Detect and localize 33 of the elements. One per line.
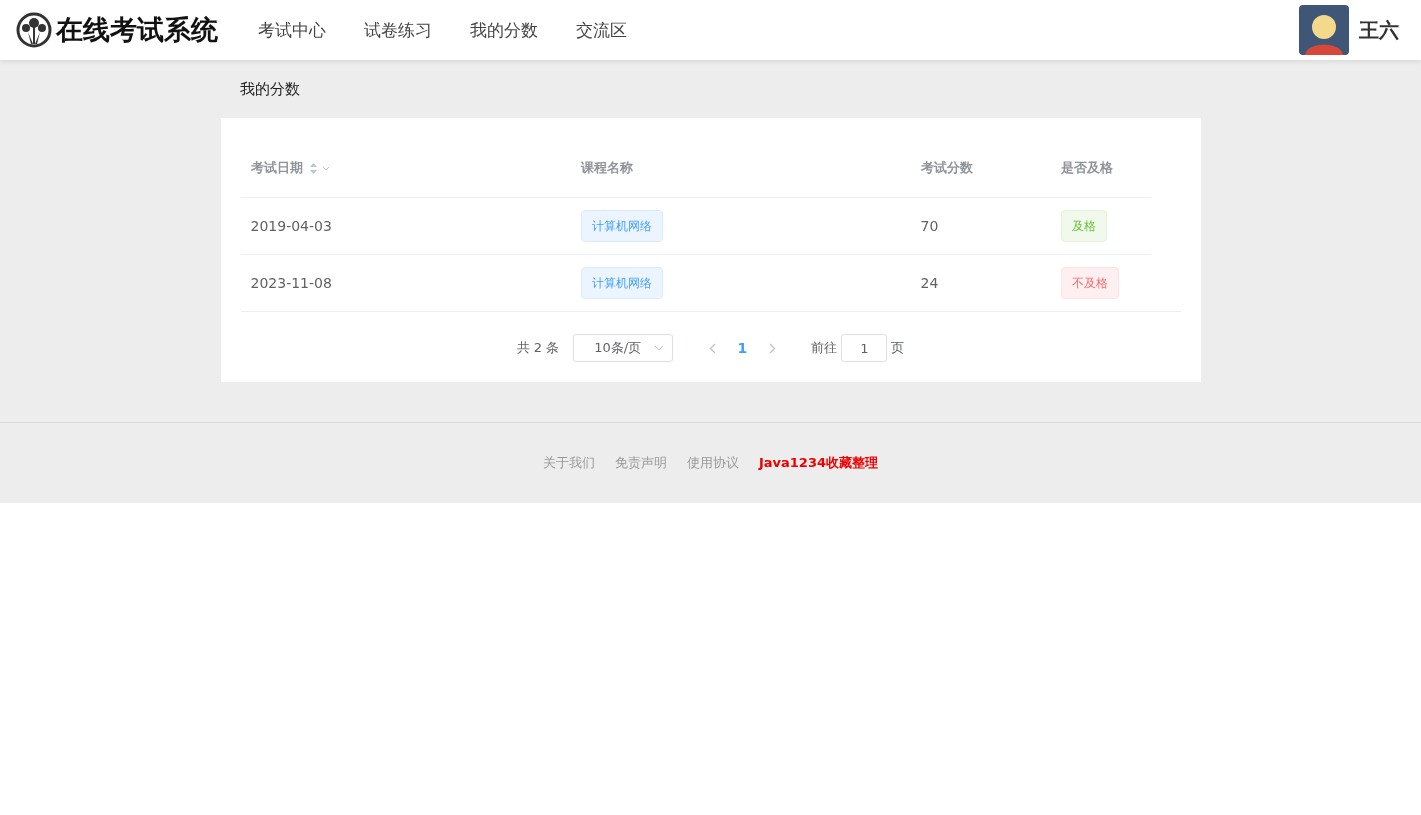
nav-link[interactable]: 试卷练习	[354, 12, 442, 48]
column-header: 考试分数	[920, 158, 973, 177]
goto-page-field[interactable]: 1	[841, 334, 888, 362]
nav-link[interactable]: 交流区	[566, 12, 637, 48]
goto-label: 前往	[811, 339, 838, 357]
chevron-right-icon[interactable]	[768, 342, 776, 354]
footer-link[interactable]: Java1234收藏整理	[758, 454, 878, 472]
avatar-icon	[1299, 5, 1349, 55]
score-cell: 24	[920, 275, 939, 291]
column-header: 是否及格	[1060, 158, 1113, 177]
logo-icon	[16, 12, 52, 48]
chevron-down-icon[interactable]	[321, 165, 330, 171]
course-tag: 计算机网络	[580, 210, 663, 242]
score-cell: 70	[920, 218, 939, 234]
logo-text: 在线考试系统	[56, 13, 218, 47]
page-size-value: 10条/页	[594, 339, 642, 357]
nav-link[interactable]: 考试中心	[248, 12, 336, 48]
nav-link[interactable]: 我的分数	[460, 12, 548, 48]
date-cell: 2019-04-03	[250, 218, 332, 234]
page-suffix: 页	[891, 339, 905, 357]
result-tag: 及格	[1060, 210, 1107, 242]
date-cell: 2023-11-08	[250, 275, 332, 291]
column-header: 课程名称	[580, 158, 633, 177]
page-title: 我的分数	[238, 79, 301, 100]
sort-icon[interactable]	[308, 161, 318, 175]
column-header[interactable]: 考试日期	[250, 158, 303, 177]
user-name[interactable]: 王六	[1359, 16, 1399, 44]
chevron-left-icon[interactable]	[708, 342, 716, 354]
page-size-select[interactable]: 10条/页	[573, 334, 674, 362]
result-tag: 不及格	[1060, 267, 1119, 299]
total-count: 共 2 条	[516, 339, 560, 357]
course-tag: 计算机网络	[580, 267, 663, 299]
chevron-down-icon	[654, 345, 665, 351]
